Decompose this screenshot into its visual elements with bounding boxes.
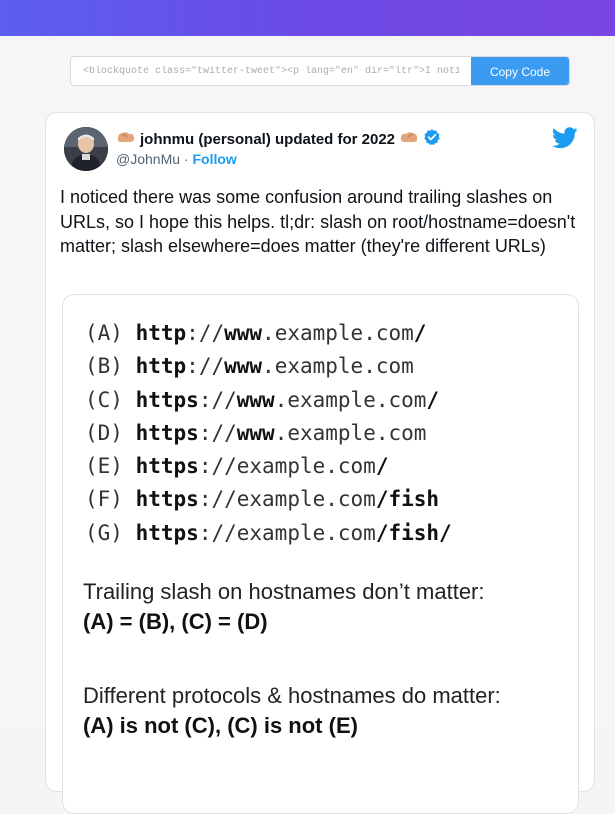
url-path: / — [426, 387, 440, 412]
url-sep: :// — [198, 454, 237, 479]
url-example-row: (D) https://www.example.com — [85, 417, 452, 450]
url-sep: :// — [198, 420, 237, 445]
bicep-emoji-icon — [116, 129, 136, 150]
url-host: www — [236, 387, 275, 412]
url-scheme: https — [135, 454, 199, 479]
url-dot: . — [262, 354, 275, 379]
url-domain: example.com — [236, 487, 376, 512]
url-sep: :// — [198, 487, 237, 512]
author-handle[interactable]: @JohnMu — [116, 151, 180, 167]
url-path: / — [375, 454, 389, 479]
url-host: www — [224, 321, 263, 345]
url-path: /fish/ — [375, 520, 452, 545]
note-protocols-result: (A) is not (C), (C) is not (E) — [83, 713, 358, 738]
url-letter: (B) — [85, 354, 123, 379]
url-scheme: https — [135, 420, 199, 445]
url-domain: example.com — [236, 454, 376, 479]
verified-badge-icon — [423, 128, 441, 151]
url-scheme: http — [135, 321, 187, 345]
url-host: www — [224, 354, 263, 379]
top-header-bar — [0, 0, 615, 36]
follow-link[interactable]: Follow — [192, 151, 236, 167]
note-protocols-title: Different protocols & hostnames do matte… — [83, 683, 501, 708]
tweet-card[interactable]: johnmu (personal) updated for 2022 @John… — [45, 112, 595, 814]
avatar[interactable] — [64, 127, 108, 171]
url-letter: (G) — [85, 520, 123, 545]
url-scheme: https — [135, 520, 199, 545]
url-path: / — [413, 321, 427, 345]
copy-code-button[interactable]: Copy Code — [471, 57, 569, 85]
url-dot: . — [262, 321, 275, 345]
note-hostnames-title: Trailing slash on hostnames don’t matter… — [83, 579, 485, 604]
embed-code-input[interactable] — [71, 57, 471, 85]
url-dot: . — [274, 420, 288, 445]
url-example-row: (E) https://example.com/ — [85, 450, 452, 483]
bicep-emoji-icon — [399, 129, 419, 150]
author-name-row[interactable]: johnmu (personal) updated for 2022 — [116, 128, 441, 151]
url-domain: example.com — [274, 354, 414, 379]
url-domain: example.com — [287, 387, 427, 412]
url-sep: :// — [198, 387, 237, 412]
url-path: /fish — [375, 487, 440, 512]
url-sep: :// — [198, 520, 237, 545]
url-scheme: https — [135, 487, 199, 512]
url-domain: example.com — [236, 520, 376, 545]
page-content: Copy Code johnmu (personal) updated for … — [0, 36, 615, 814]
url-host: www — [236, 420, 275, 445]
url-letter: (F) — [85, 487, 123, 512]
url-domain: example.com — [287, 420, 427, 445]
url-example-row: (B) http://www.example.com — [85, 350, 452, 383]
url-dot: . — [274, 387, 288, 412]
url-scheme: http — [135, 354, 187, 379]
url-scheme: https — [135, 387, 199, 412]
note-protocols: Different protocols & hostnames do matte… — [83, 681, 501, 741]
handle-separator: · — [183, 151, 189, 167]
note-hostnames: Trailing slash on hostnames don’t matter… — [83, 577, 485, 637]
url-letter: (D) — [85, 420, 123, 445]
url-example-row: (A) http://www.example.com/ — [85, 317, 452, 350]
url-letter: (A) — [85, 321, 123, 345]
url-letter: (C) — [85, 387, 123, 412]
avatar-image — [64, 127, 108, 171]
url-domain: example.com — [274, 321, 414, 345]
note-hostnames-result: (A) = (B), (C) = (D) — [83, 609, 268, 634]
tweet-media-image[interactable]: (A) http://www.example.com/(B) http://ww… — [62, 294, 579, 814]
tweet-text: I noticed there was some confusion aroun… — [60, 187, 576, 256]
embed-code-bar: Copy Code — [70, 56, 570, 86]
url-letter: (E) — [85, 454, 123, 479]
url-sep: :// — [186, 321, 225, 345]
author-handle-row: @JohnMu · Follow — [116, 151, 237, 167]
author-display-name[interactable]: johnmu (personal) updated for 2022 — [140, 131, 395, 148]
url-example-list: (A) http://www.example.com/(B) http://ww… — [85, 317, 452, 550]
url-example-row: (F) https://example.com/fish — [85, 483, 452, 516]
twitter-bird-icon[interactable] — [552, 127, 578, 149]
url-sep: :// — [186, 354, 225, 379]
url-example-row: (G) https://example.com/fish/ — [85, 517, 452, 550]
url-example-row: (C) https://www.example.com/ — [85, 384, 452, 417]
